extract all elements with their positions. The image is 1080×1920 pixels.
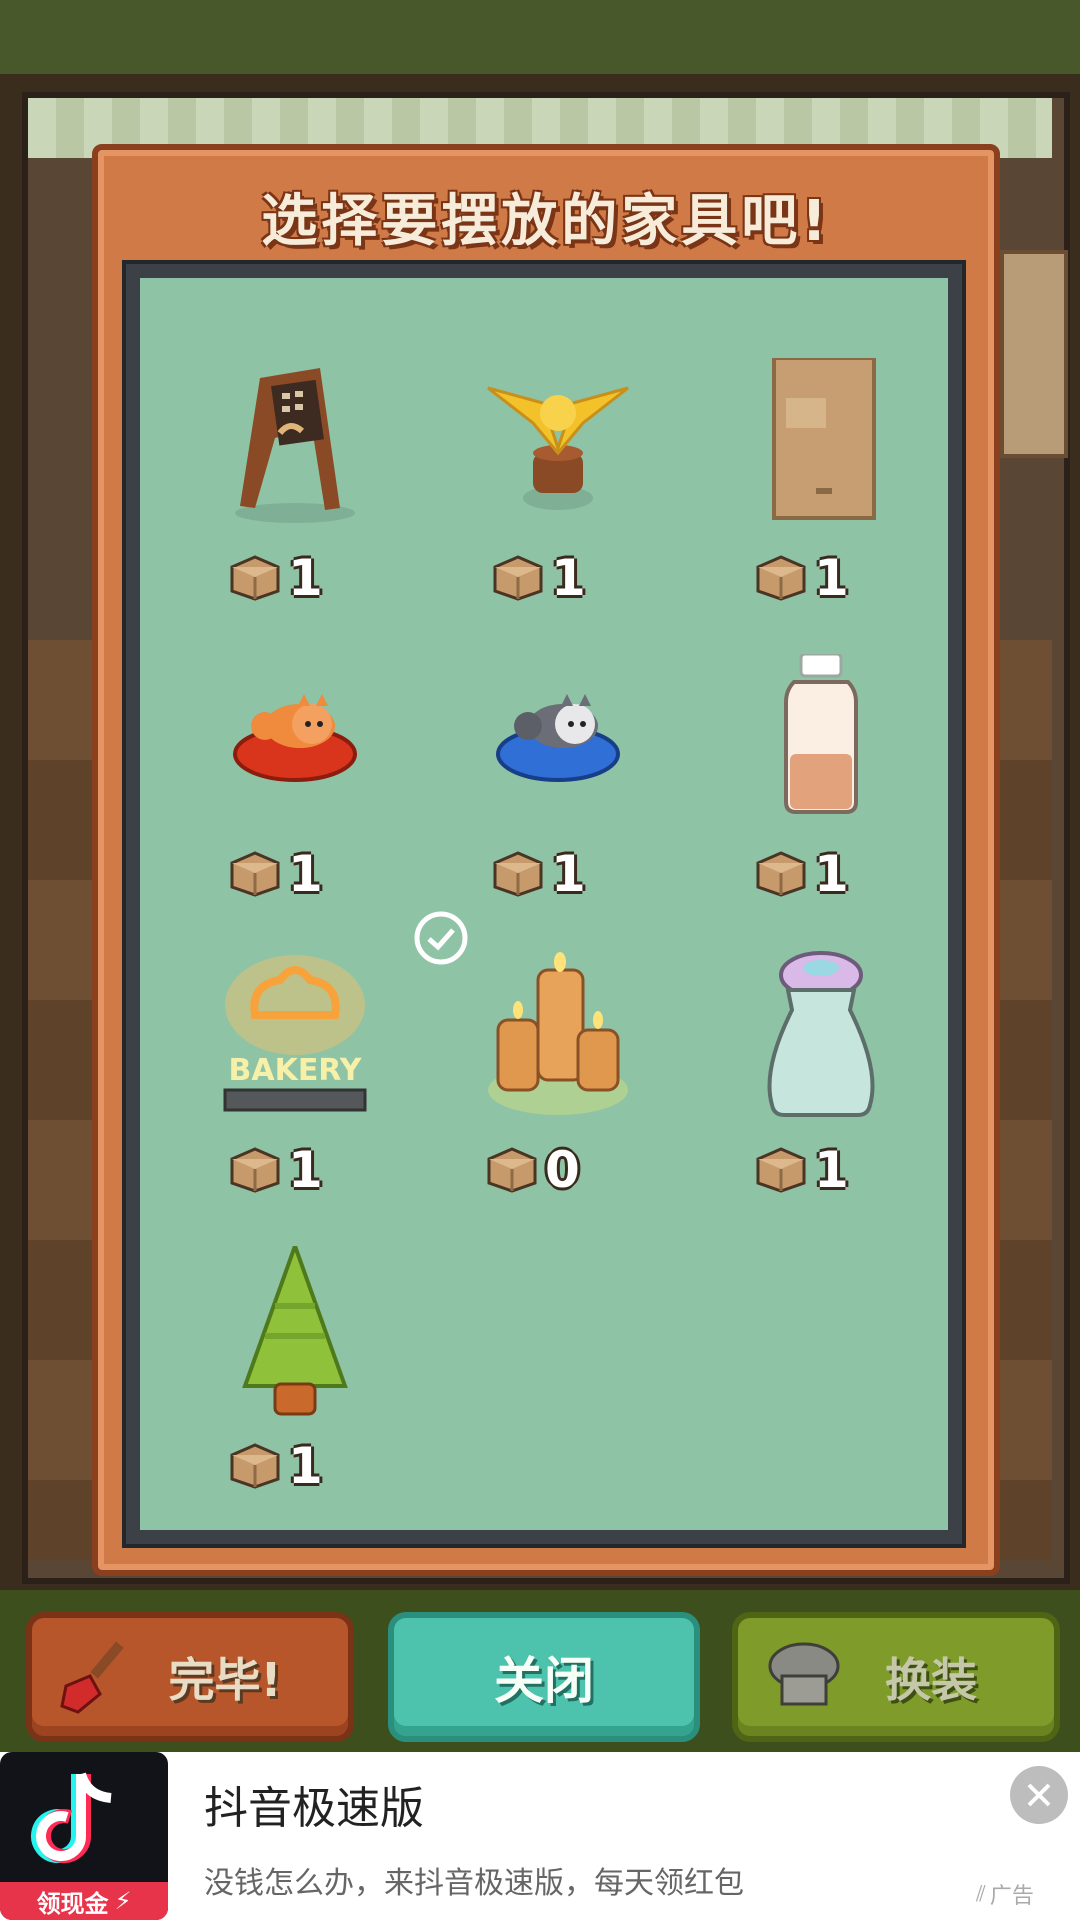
box-icon xyxy=(230,1443,280,1489)
item-count: 1 xyxy=(288,845,323,903)
item-count: 1 xyxy=(288,549,323,607)
room-shelf xyxy=(1000,250,1068,458)
logo-tag: 领现金 ⚡ xyxy=(0,1882,168,1920)
bakery-sign-text: BAKERY xyxy=(228,1053,362,1088)
ad-brand-icon: ⫽ xyxy=(976,1881,986,1907)
item-count: 1 xyxy=(814,549,849,607)
item-count: 1 xyxy=(288,1141,323,1199)
furniture-item-candle-cluster[interactable]: 0 xyxy=(414,911,673,1210)
item-cost: 0 xyxy=(487,1140,580,1200)
box-icon xyxy=(230,851,280,897)
item-count: 0 xyxy=(545,1141,580,1199)
wooden-sign-icon xyxy=(235,368,355,523)
box-icon xyxy=(756,1147,806,1193)
furniture-item-gray-cat-bed[interactable]: 1 xyxy=(443,654,673,914)
item-cost: 1 xyxy=(230,548,323,608)
salt-shaker-icon xyxy=(767,951,875,1117)
done-button-label: 完毕! xyxy=(168,1653,282,1707)
item-count: 1 xyxy=(551,549,586,607)
paintbrush-icon xyxy=(60,1641,124,1714)
close-icon xyxy=(1027,1783,1051,1807)
item-count: 1 xyxy=(814,1141,849,1199)
box-icon xyxy=(756,555,806,601)
selected-check-icon xyxy=(414,911,468,965)
dialog-title: 选择要摆放的家具吧! xyxy=(261,189,831,254)
item-cost: 1 xyxy=(230,844,323,904)
item-count: 1 xyxy=(814,845,849,903)
furniture-item-milk-bottle[interactable]: 1 xyxy=(706,654,936,914)
item-cost: 1 xyxy=(493,548,586,608)
pine-tree-icon xyxy=(242,1246,348,1416)
orange-cat-bed-icon xyxy=(233,694,357,782)
golden-bird-trophy-icon xyxy=(487,386,629,510)
furniture-item-wooden-sign[interactable]: 1 xyxy=(180,358,410,618)
candle-cluster-icon xyxy=(488,952,628,1115)
floor-left xyxy=(28,640,98,1560)
furniture-grid-frame: 1 1 1 1 1 1 BAKERY 1 0 1 1 xyxy=(122,260,966,1548)
ad-subtitle: 没钱怎么办，来抖音极速版，每天领红包 xyxy=(204,1866,744,1901)
item-cost: 1 xyxy=(756,548,849,608)
ad-banner[interactable]: 领现金 ⚡ 抖音极速版 没钱怎么办，来抖音极速版，每天领红包 ⫽ 广告 xyxy=(0,1752,1080,1920)
close-button-label: 关闭 xyxy=(494,1652,594,1710)
chef-hat-icon xyxy=(768,1642,840,1706)
lightning-icon: ⚡ xyxy=(114,1887,132,1915)
furniture-item-bakery-sign[interactable]: BAKERY 1 xyxy=(180,950,410,1210)
dress-up-button[interactable]: 换装 xyxy=(732,1612,1060,1742)
milk-bottle-icon xyxy=(784,654,858,814)
done-button[interactable]: 完毕! xyxy=(26,1612,354,1742)
furniture-grid: 1 1 1 1 1 1 BAKERY 1 0 1 1 xyxy=(140,278,948,1530)
ad-title: 抖音极速版 xyxy=(204,1783,424,1834)
close-button[interactable]: 关闭 xyxy=(388,1612,700,1742)
box-icon xyxy=(230,1147,280,1193)
box-icon xyxy=(493,851,543,897)
item-cost: 1 xyxy=(756,844,849,904)
box-icon xyxy=(487,1147,537,1193)
logo-tag-text: 领现金 xyxy=(36,1889,109,1918)
ad-label: ⫽ 广告 xyxy=(976,1878,1034,1910)
item-cost: 1 xyxy=(756,1140,849,1200)
furniture-item-orange-cat-bed[interactable]: 1 xyxy=(180,654,410,914)
box-icon xyxy=(230,555,280,601)
item-cost: 1 xyxy=(230,1140,323,1200)
gray-cat-bed-icon xyxy=(496,694,620,782)
dress-up-button-label: 换装 xyxy=(885,1653,977,1707)
furniture-item-cardboard-box[interactable]: 1 xyxy=(706,358,936,618)
box-icon xyxy=(756,851,806,897)
furniture-item-golden-trophy[interactable]: 1 xyxy=(443,358,673,618)
bakery-neon-sign-icon: BAKERY xyxy=(223,955,367,1112)
furniture-item-pine-tree[interactable]: 1 xyxy=(180,1246,410,1506)
item-cost: 1 xyxy=(493,844,586,904)
ad-tag-text: 广告 xyxy=(989,1884,1034,1909)
game-top-strip xyxy=(0,0,1080,74)
furniture-item-salt-shaker[interactable]: 1 xyxy=(706,950,936,1210)
item-count: 1 xyxy=(551,845,586,903)
item-cost: 1 xyxy=(230,1436,323,1496)
furniture-select-dialog: 选择要摆放的家具吧! 1 1 1 1 1 1 BAKERY 1 0 1 1 xyxy=(92,144,1000,1576)
music-note-logo-icon xyxy=(31,1772,112,1864)
item-count: 1 xyxy=(288,1437,323,1495)
cardboard-box-icon xyxy=(772,358,876,520)
douyin-logo: 领现金 ⚡ xyxy=(0,1752,168,1920)
ad-close-button[interactable] xyxy=(1010,1766,1068,1824)
box-icon xyxy=(493,555,543,601)
